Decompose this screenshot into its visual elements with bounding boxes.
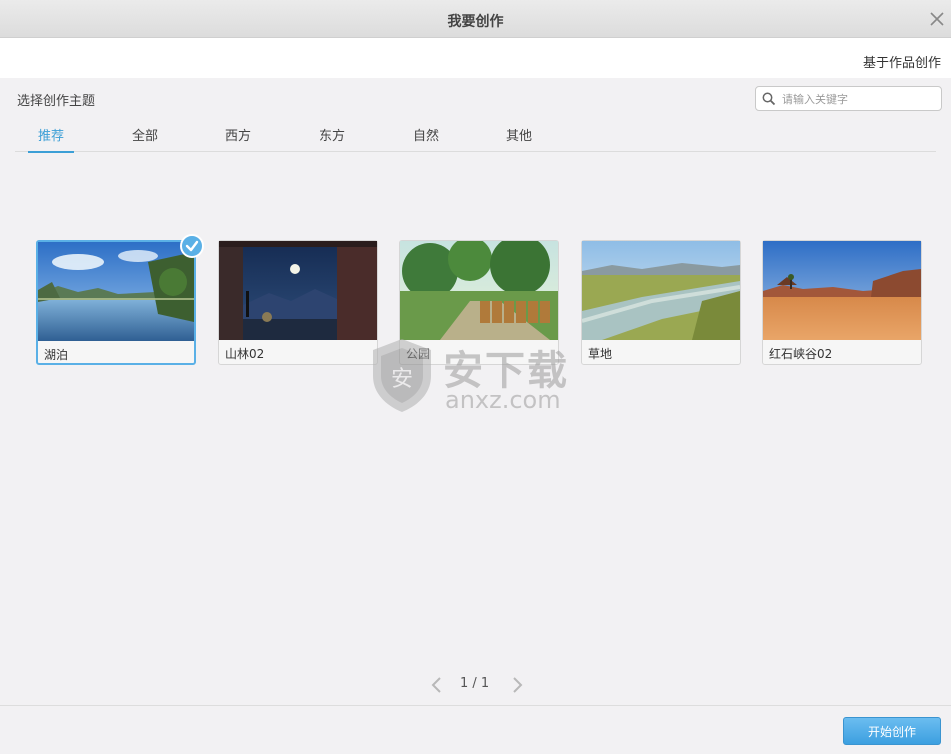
theme-card-grassland[interactable]: 草地 [581,240,741,365]
theme-card-label: 山林02 [225,347,265,361]
theme-card-label: 草地 [588,347,613,361]
based-on-work-link[interactable]: 基于作品创作 [863,52,941,71]
page-indicator: 1 / 1 [460,676,490,691]
next-page-icon[interactable] [510,675,524,699]
search-input[interactable] [782,90,932,108]
top-strip: 基于作品创作 [0,38,951,78]
theme-tabs: 推荐 全部 西方 东方 自然 其他 [15,122,936,153]
watermark-en: anxz.com [445,386,561,414]
window-title: 我要创作 [447,14,504,30]
red-canyon-thumbnail [763,241,921,340]
watermark-shield-char: 安 [391,367,413,392]
close-icon[interactable] [927,9,947,29]
tab-western[interactable]: 西方 [215,125,261,151]
theme-card-red-canyon[interactable]: 红石峡谷02 [762,240,922,365]
search-box[interactable] [755,86,942,111]
grassland-thumbnail [582,241,740,340]
title-bar: 我要创作 [0,0,951,38]
shield-icon: 安 [373,339,431,412]
lake-thumbnail [38,242,194,341]
park-thumbnail [400,241,558,340]
tab-nature[interactable]: 自然 [403,125,449,151]
theme-card-label: 湖泊 [44,348,69,362]
theme-card-lake[interactable]: 湖泊 [36,234,204,365]
theme-card-mountain-forest[interactable]: 山林02 [218,240,378,365]
tab-eastern[interactable]: 东方 [309,125,355,151]
prev-page-icon[interactable] [430,675,444,699]
section-title: 选择创作主题 [17,94,96,109]
start-creating-button[interactable]: 开始创作 [843,717,941,745]
main-panel: 选择创作主题 推荐 全部 西方 东方 自然 其他 [0,78,951,705]
tab-other[interactable]: 其他 [496,125,542,151]
theme-card-label: 红石峡谷02 [769,347,833,361]
tab-all[interactable]: 全部 [122,125,168,151]
pagination: 1 / 1 [430,675,530,695]
watermark: 安 安下载 anxz.com [367,336,582,416]
search-icon [762,92,776,106]
footer: 开始创作 [0,705,951,754]
mountain-forest-thumbnail [219,241,377,340]
check-icon [180,234,204,258]
tab-recommended[interactable]: 推荐 [28,125,74,153]
